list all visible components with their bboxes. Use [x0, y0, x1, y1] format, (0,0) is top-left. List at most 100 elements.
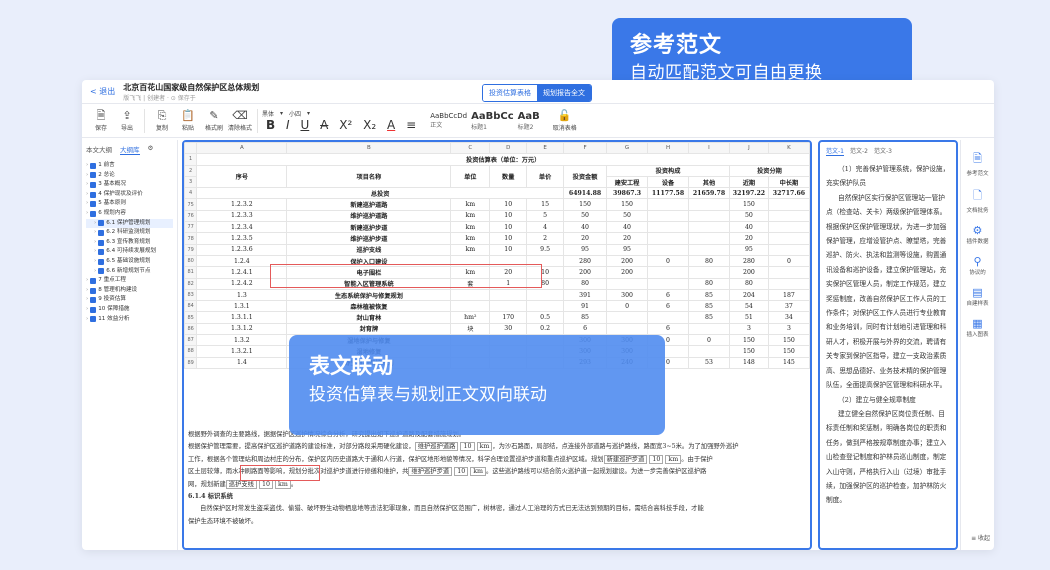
table-cell[interactable]: 83 — [184, 288, 198, 302]
tab-document-outline[interactable]: 本文大纲 — [86, 144, 112, 155]
chevron-right-icon[interactable]: › — [94, 238, 96, 248]
table-cell[interactable]: 80 — [563, 277, 608, 290]
table-cell[interactable]: 0 — [606, 300, 649, 313]
table-cell[interactable]: 0.2 — [526, 322, 565, 336]
table-cell[interactable]: 88 — [184, 345, 198, 358]
table-cell[interactable] — [688, 266, 730, 279]
table-cell[interactable]: 95 — [563, 243, 608, 256]
checkbox[interactable] — [90, 162, 97, 169]
table-cell[interactable] — [767, 221, 810, 234]
tab-outline-library[interactable]: 大纲库 — [120, 144, 140, 155]
outline-item[interactable]: › 3 基本概况 — [86, 180, 173, 190]
checkbox[interactable] — [98, 249, 105, 256]
outline-item[interactable]: › 1 前言 — [86, 161, 173, 171]
table-cell[interactable] — [606, 277, 649, 290]
table-cell[interactable]: 280 — [563, 254, 608, 268]
chevron-right-icon[interactable]: › — [86, 199, 88, 209]
table-cell[interactable]: 20 — [563, 232, 608, 245]
table-cell[interactable]: 80 — [688, 254, 730, 268]
paste-button[interactable]: 📋 粘贴 — [175, 109, 201, 132]
table-cell[interactable]: 1.2.3.4 — [196, 221, 288, 234]
table-cell[interactable] — [767, 198, 810, 211]
table-cell[interactable]: 64914.88 — [563, 187, 608, 200]
table-cell[interactable]: 设备 — [647, 175, 689, 189]
reference-text-tool[interactable]: 🗎 参考范文 — [966, 150, 988, 177]
table-cell[interactable]: km — [450, 221, 491, 234]
table-cell[interactable] — [767, 232, 810, 245]
table-cell[interactable] — [450, 288, 491, 302]
format-painter-button[interactable]: ✎ 格式刷 — [201, 109, 227, 132]
table-cell[interactable]: 10 — [489, 221, 528, 234]
table-cell[interactable]: 150 — [767, 345, 810, 358]
table-cell[interactable]: K — [767, 142, 810, 155]
table-cell[interactable]: 10 — [489, 198, 528, 211]
copy-button[interactable]: ⎘ 复制 — [149, 109, 175, 132]
linked-field-chip[interactable]: 维护巡护道路 — [414, 442, 459, 452]
export-button[interactable]: ⇪ 导出 — [114, 109, 140, 132]
table-cell[interactable]: 中长期 — [767, 175, 810, 189]
table-cell[interactable]: 投资估算表（单位：万元） — [196, 153, 810, 166]
exit-button[interactable]: < 退出 — [90, 86, 115, 97]
chevron-right-icon[interactable]: › — [86, 209, 88, 219]
table-cell[interactable]: 170 — [489, 311, 528, 324]
chevron-right-icon[interactable]: › — [94, 247, 96, 257]
table-cell[interactable]: 145 — [767, 356, 810, 369]
table-cell[interactable]: km — [450, 243, 491, 256]
table-cell[interactable] — [688, 209, 730, 223]
outline-item[interactable]: › 4 保护现状及评价 — [86, 190, 173, 200]
checkbox[interactable] — [90, 306, 97, 313]
insert-chart-tool[interactable]: ▦ 插入图表 — [966, 317, 988, 338]
table-cell[interactable]: 81 — [184, 266, 198, 279]
table-cell[interactable]: 总投资 — [196, 187, 565, 200]
table-cell[interactable]: 4 — [184, 187, 198, 200]
table-cell[interactable]: 3 — [728, 322, 769, 336]
tab-report-fulltext[interactable]: 规划报告全文 — [537, 85, 591, 101]
chevron-right-icon[interactable]: › — [86, 190, 88, 200]
table-cell[interactable] — [647, 209, 689, 223]
table-cell[interactable]: 0.5 — [526, 311, 565, 324]
table-cell[interactable]: 87 — [184, 334, 198, 347]
table-cell[interactable]: 32197.22 — [728, 187, 769, 200]
tab-reference-1[interactable]: 范文-1 — [826, 146, 844, 156]
table-cell[interactable]: 280 — [728, 254, 769, 268]
table-cell[interactable]: 新建巡护步道 — [286, 221, 452, 234]
table-cell[interactable] — [647, 311, 689, 324]
table-cell[interactable]: 1.3 — [196, 288, 288, 302]
checkbox[interactable] — [98, 258, 105, 265]
table-cell[interactable]: 200 — [606, 254, 649, 268]
document-task-tool[interactable]: 🗋 文档批务 — [966, 187, 988, 214]
table-cell[interactable]: 1.2.3.5 — [196, 232, 288, 245]
table-cell[interactable]: 89 — [184, 356, 198, 369]
table-cell[interactable]: km — [450, 198, 491, 211]
table-cell[interactable]: 187 — [767, 288, 810, 302]
outline-item[interactable]: › 6.4 可持续发展规划 — [86, 247, 173, 257]
table-cell[interactable]: 50 — [563, 209, 608, 223]
table-cell[interactable]: 1.3.1 — [196, 300, 288, 313]
table-cell[interactable]: 封育牌 — [286, 322, 452, 336]
checkbox[interactable] — [90, 287, 97, 294]
chevron-right-icon[interactable]: › — [86, 286, 88, 296]
table-cell[interactable] — [647, 232, 689, 245]
table-cell[interactable] — [688, 232, 730, 245]
table-cell[interactable]: 300 — [606, 288, 649, 302]
table-cell[interactable]: 森林植被恢复 — [286, 300, 452, 313]
table-cell[interactable] — [647, 243, 689, 256]
clear-format-button[interactable]: ⌫ 清除格式 — [227, 109, 253, 132]
table-cell[interactable]: 204 — [728, 288, 769, 302]
settings-icon[interactable]: ⚙ — [148, 144, 154, 155]
table-cell[interactable] — [688, 243, 730, 256]
table-cell[interactable]: 53 — [688, 356, 730, 369]
table-cell[interactable]: 200 — [563, 266, 608, 279]
linked-qty-chip[interactable]: 10 — [460, 442, 475, 452]
table-cell[interactable]: 项目名称 — [286, 164, 452, 189]
linked-unit-chip[interactable]: km — [476, 442, 493, 452]
checkbox[interactable] — [90, 297, 97, 304]
table-cell[interactable]: 块 — [450, 322, 491, 336]
table-cell[interactable]: 封山育林 — [286, 311, 452, 324]
table-cell[interactable]: 1.3.1.1 — [196, 311, 288, 324]
table-cell[interactable] — [450, 300, 491, 313]
table-cell[interactable]: 20 — [728, 232, 769, 245]
outline-item[interactable]: › 11 效益分析 — [86, 315, 173, 325]
table-cell[interactable]: 200 — [728, 266, 769, 279]
linked-qty-chip[interactable]: 10 — [454, 467, 469, 477]
